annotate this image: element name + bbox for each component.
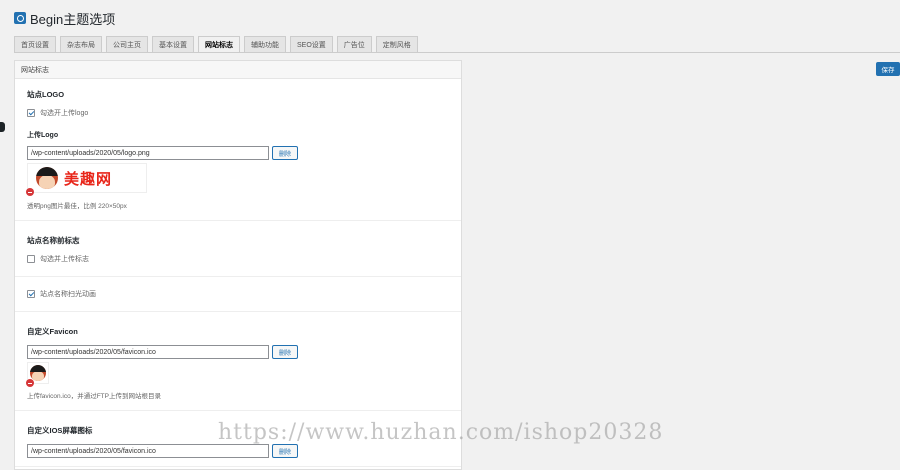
settings-tabs: 首页设置 杂志布局 公司主页 基本设置 网站标志 辅助功能 SEO设置 广告位 … bbox=[14, 36, 418, 52]
logo-url-input[interactable]: /wp-content/uploads/2020/05/logo.png bbox=[27, 146, 269, 160]
logo-section: 站点LOGO 勾选开上传logo 上传Logo /wp-content/uplo… bbox=[15, 79, 461, 221]
tab-basic-settings[interactable]: 基本设置 bbox=[152, 36, 194, 52]
logo-delete-button[interactable]: 删除 bbox=[272, 146, 299, 160]
favicon-avatar-icon bbox=[30, 365, 46, 381]
site-name-mark-title: 站点名称前标志 bbox=[27, 236, 80, 245]
tab-site-logo[interactable]: 网站标志 bbox=[198, 36, 240, 52]
logo-preview-text: 美趣网 bbox=[64, 170, 113, 188]
tab-auxiliary[interactable]: 辅助功能 bbox=[244, 36, 286, 52]
favicon-section: 自定义Favicon /wp-content/uploads/2020/05/f… bbox=[15, 312, 461, 411]
sweep-animation-checkbox[interactable] bbox=[27, 290, 35, 298]
favicon-description: 上传favicon.ico，并通过FTP上传到网站根目录 bbox=[27, 393, 161, 400]
save-button[interactable]: 保存 bbox=[876, 62, 900, 76]
logo-section-title: 站点LOGO bbox=[27, 90, 65, 99]
favicon-url-row: /wp-content/uploads/2020/05/favicon.ico … bbox=[27, 345, 461, 359]
begin-logo-icon bbox=[14, 12, 26, 24]
panel-header: 网站标志 bbox=[15, 61, 461, 79]
logo-preview: 美趣网 bbox=[26, 163, 461, 196]
site-name-mark-label: 勾选并上传标志 bbox=[40, 256, 89, 263]
upload-logo-title: 上传Logo bbox=[27, 132, 59, 139]
tab-homepage[interactable]: 首页设置 bbox=[14, 36, 56, 52]
ios-url-row: /wp-content/uploads/2020/05/favicon.ico … bbox=[27, 444, 461, 458]
sweep-animation-label: 站点名称扫光动画 bbox=[40, 291, 96, 298]
logo-url-row: /wp-content/uploads/2020/05/logo.png 删除 bbox=[27, 146, 461, 160]
favicon-preview bbox=[26, 362, 461, 387]
site-name-mark-checkbox[interactable] bbox=[27, 255, 35, 263]
site-name-mark-option[interactable]: 勾选并上传标志 bbox=[27, 254, 461, 264]
tab-company-home[interactable]: 公司主页 bbox=[106, 36, 148, 52]
tab-ads[interactable]: 广告位 bbox=[336, 36, 372, 52]
ios-delete-button[interactable]: 删除 bbox=[272, 444, 299, 458]
title-bar: Begin主题选项 bbox=[14, 8, 115, 28]
logo-enable-checkbox[interactable] bbox=[27, 109, 35, 117]
logo-preview-image: 美趣网 bbox=[27, 163, 147, 193]
sweep-animation-section: 站点名称扫光动画 bbox=[15, 277, 461, 312]
sweep-animation-option[interactable]: 站点名称扫光动画 bbox=[27, 289, 461, 299]
favicon-delete-button[interactable]: 删除 bbox=[272, 345, 299, 359]
tab-seo[interactable]: SEO设置 bbox=[290, 36, 333, 52]
settings-panel: 网站标志 站点LOGO 勾选开上传logo 上传Logo /wp-content… bbox=[14, 60, 462, 470]
watermark-text: https://www.huzhan.com/ishop20328 bbox=[218, 420, 664, 445]
site-name-mark-section: 站点名称前标志 勾选并上传标志 bbox=[15, 221, 461, 277]
favicon-url-input[interactable]: /wp-content/uploads/2020/05/favicon.ico bbox=[27, 345, 269, 359]
ios-url-input[interactable]: /wp-content/uploads/2020/05/favicon.ico bbox=[27, 444, 269, 458]
remove-favicon-icon[interactable] bbox=[26, 379, 34, 387]
remove-logo-icon[interactable] bbox=[26, 188, 34, 196]
tab-magazine-layout[interactable]: 杂志布局 bbox=[60, 36, 102, 52]
page-title: Begin主题选项 bbox=[30, 11, 116, 27]
tabs-divider bbox=[14, 52, 900, 53]
tab-custom-style[interactable]: 定制风格 bbox=[375, 36, 418, 52]
logo-description: 透明png图片最佳，比例 220×50px bbox=[27, 203, 127, 210]
favicon-title: 自定义Favicon bbox=[27, 327, 78, 336]
logo-enable-option[interactable]: 勾选开上传logo bbox=[27, 108, 461, 118]
logo-enable-label: 勾选开上传logo bbox=[40, 110, 89, 117]
cartoon-avatar-icon bbox=[36, 167, 58, 189]
admin-menu-collapse-handle[interactable] bbox=[0, 122, 5, 132]
